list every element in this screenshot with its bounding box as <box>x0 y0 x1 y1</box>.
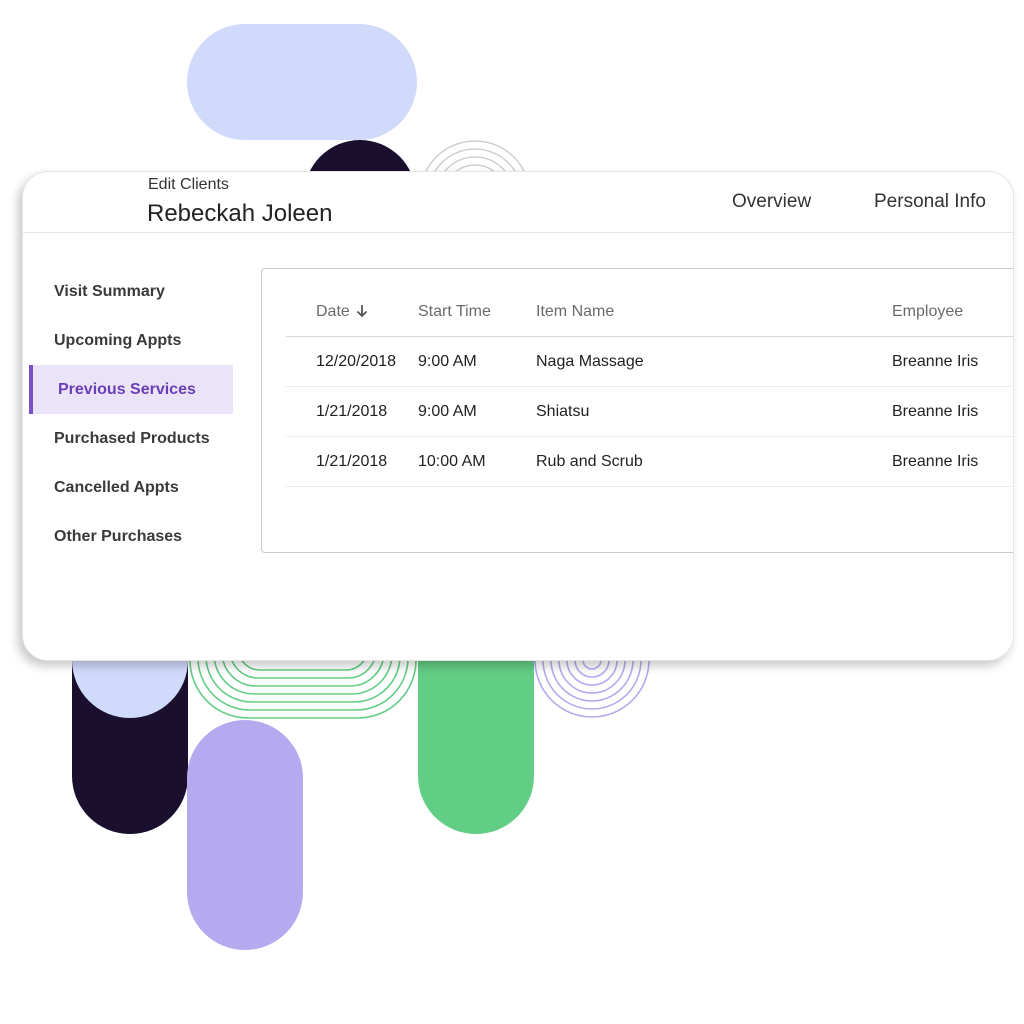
tab-overview[interactable]: Overview <box>732 191 811 213</box>
decor-pill-lavender <box>187 720 303 950</box>
tab-personal-info[interactable]: Personal Info <box>874 191 986 213</box>
cell-employee: Breanne Iris <box>892 436 1013 487</box>
table-row[interactable]: 1/21/2018 9:00 AM Shiatsu Breanne Iris <box>286 386 1013 437</box>
page-subtitle: Edit Clients <box>148 176 229 193</box>
cell-start-time: 10:00 AM <box>418 436 536 487</box>
arrow-down-icon <box>356 305 367 318</box>
sidebar-item-previous-services[interactable]: Previous Services <box>29 365 233 414</box>
cell-item-name: Naga Massage <box>536 336 892 387</box>
previous-services-panel: Date Start Time Item Name Employee 12/20… <box>261 268 1013 553</box>
column-header-label: Date <box>316 302 350 320</box>
cell-employee: Breanne Iris <box>892 336 1013 387</box>
edit-client-card: Edit Clients Rebeckah Joleen Overview Pe… <box>22 171 1014 661</box>
sidebar-item-purchased-products[interactable]: Purchased Products <box>23 414 233 463</box>
column-header-date[interactable]: Date <box>286 287 418 337</box>
column-header-item-name[interactable]: Item Name <box>536 287 892 337</box>
table-row[interactable]: 12/20/2018 9:00 AM Naga Massage Breanne … <box>286 336 1013 387</box>
cell-start-time: 9:00 AM <box>418 386 536 437</box>
services-table: Date Start Time Item Name Employee 12/20… <box>286 287 1013 487</box>
card-header: Edit Clients Rebeckah Joleen Overview Pe… <box>23 172 1013 233</box>
cell-item-name: Shiatsu <box>536 386 892 437</box>
client-name: Rebeckah Joleen <box>147 200 333 227</box>
cell-start-time: 9:00 AM <box>418 336 536 387</box>
sidebar-nav: Visit Summary Upcoming Appts Previous Se… <box>23 267 233 561</box>
table-header-row: Date Start Time Item Name Employee <box>286 287 1013 337</box>
decor-pill-light-blue-top <box>187 24 417 140</box>
table-row[interactable]: 1/21/2018 10:00 AM Rub and Scrub Breanne… <box>286 436 1013 487</box>
sidebar-item-cancelled-appts[interactable]: Cancelled Appts <box>23 463 233 512</box>
cell-date: 1/21/2018 <box>286 436 418 487</box>
cell-date: 1/21/2018 <box>286 386 418 437</box>
column-header-employee[interactable]: Employee <box>892 287 1013 337</box>
cell-employee: Breanne Iris <box>892 386 1013 437</box>
cell-date: 12/20/2018 <box>286 336 418 387</box>
sidebar-item-other-purchases[interactable]: Other Purchases <box>23 512 233 561</box>
sidebar-item-visit-summary[interactable]: Visit Summary <box>23 267 233 316</box>
sidebar-item-upcoming-appts[interactable]: Upcoming Appts <box>23 316 233 365</box>
column-header-start-time[interactable]: Start Time <box>418 287 536 337</box>
cell-item-name: Rub and Scrub <box>536 436 892 487</box>
